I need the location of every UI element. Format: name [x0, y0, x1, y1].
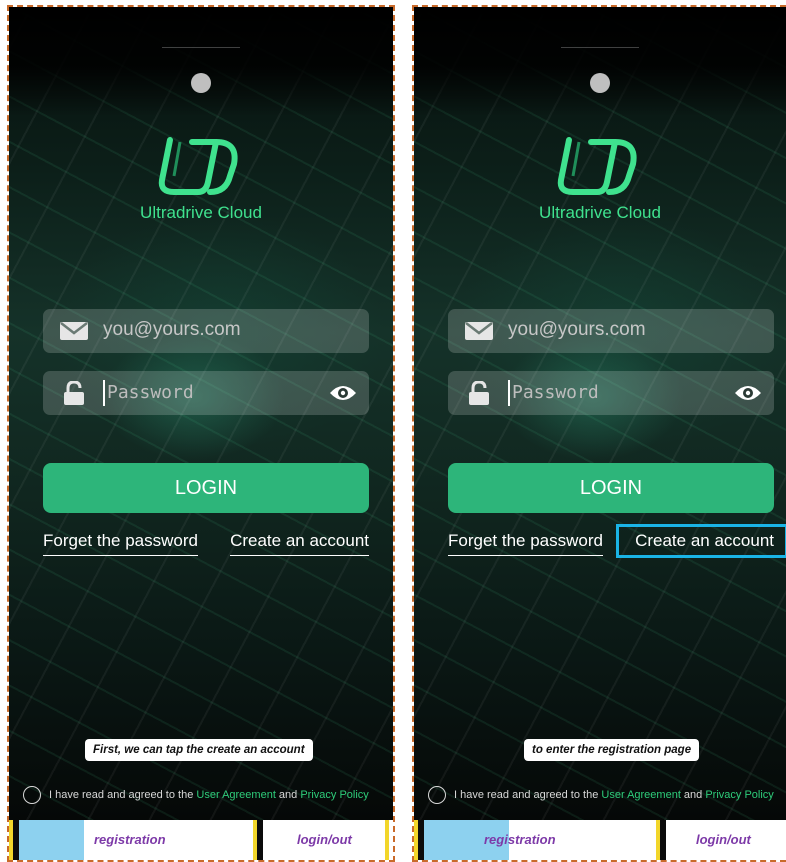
tab-progress-fill [19, 820, 84, 860]
camera-dot-icon [590, 73, 610, 93]
mail-icon [465, 322, 493, 340]
user-agreement-link[interactable]: User Agreement [196, 789, 275, 801]
mail-icon [60, 322, 88, 340]
app-name: Ultradrive Cloud [539, 203, 661, 222]
privacy-policy-link[interactable]: Privacy Policy [705, 789, 773, 801]
eye-icon[interactable] [734, 383, 762, 403]
email-placeholder: you@yours.com [508, 319, 646, 340]
text-caret [508, 380, 510, 406]
tab-login-out[interactable]: login/out [696, 820, 751, 860]
agreement-row: I have read and agreed to the User Agree… [23, 786, 369, 804]
tab-registration[interactable]: registration [484, 820, 556, 860]
left-screenshot-panel: Ultradrive Cloud you@yours.com Password … [7, 5, 395, 862]
phone-screen: Ultradrive Cloud you@yours.com Password … [9, 7, 393, 820]
bottom-tab-bar: registration login/out [9, 820, 393, 860]
ud-logo-icon [158, 137, 238, 195]
password-placeholder: Password [512, 382, 599, 403]
tutorial-caption: to enter the registration page [524, 739, 700, 761]
bottom-tab-bar: registration login/out [414, 820, 786, 860]
status-notch-line [561, 47, 639, 48]
email-field[interactable]: you@yours.com [448, 309, 774, 353]
password-field[interactable]: Password [448, 371, 774, 415]
agreement-and: and [275, 788, 301, 801]
tutorial-caption: First, we can tap the create an account [85, 739, 313, 761]
tab-login-out[interactable]: login/out [297, 820, 352, 860]
radio-unchecked-icon[interactable] [428, 786, 446, 804]
eye-icon[interactable] [329, 383, 357, 403]
status-notch-line [162, 47, 240, 48]
radio-unchecked-icon[interactable] [23, 786, 41, 804]
right-screenshot-panel: Ultradrive Cloud you@yours.com Password … [412, 5, 786, 862]
camera-dot-icon [191, 73, 211, 93]
email-placeholder: you@yours.com [103, 319, 241, 340]
phone-screen: Ultradrive Cloud you@yours.com Password … [414, 7, 786, 820]
agreement-prefix: I have read and agreed to the [49, 788, 197, 801]
tab-separator [257, 820, 263, 860]
create-account-link[interactable]: Create an account [230, 531, 369, 556]
text-caret [103, 380, 105, 406]
agreement-and: and [680, 788, 706, 801]
app-name: Ultradrive Cloud [140, 203, 262, 222]
privacy-policy-link[interactable]: Privacy Policy [300, 789, 368, 801]
tab-separator [385, 820, 389, 860]
forget-password-link[interactable]: Forget the password [448, 531, 603, 556]
agreement-row: I have read and agreed to the User Agree… [428, 786, 774, 804]
agreement-prefix: I have read and agreed to the [454, 788, 602, 801]
login-button[interactable]: LOGIN [448, 463, 774, 513]
email-field[interactable]: you@yours.com [43, 309, 369, 353]
password-field[interactable]: Password [43, 371, 369, 415]
create-account-highlight [616, 524, 786, 558]
lock-icon [469, 381, 489, 405]
user-agreement-link[interactable]: User Agreement [601, 789, 680, 801]
lock-icon [64, 381, 84, 405]
tab-registration[interactable]: registration [94, 820, 166, 860]
password-placeholder: Password [107, 382, 194, 403]
forget-password-link[interactable]: Forget the password [43, 531, 198, 556]
ud-logo-icon [557, 137, 637, 195]
login-button[interactable]: LOGIN [43, 463, 369, 513]
tab-separator [660, 820, 666, 860]
